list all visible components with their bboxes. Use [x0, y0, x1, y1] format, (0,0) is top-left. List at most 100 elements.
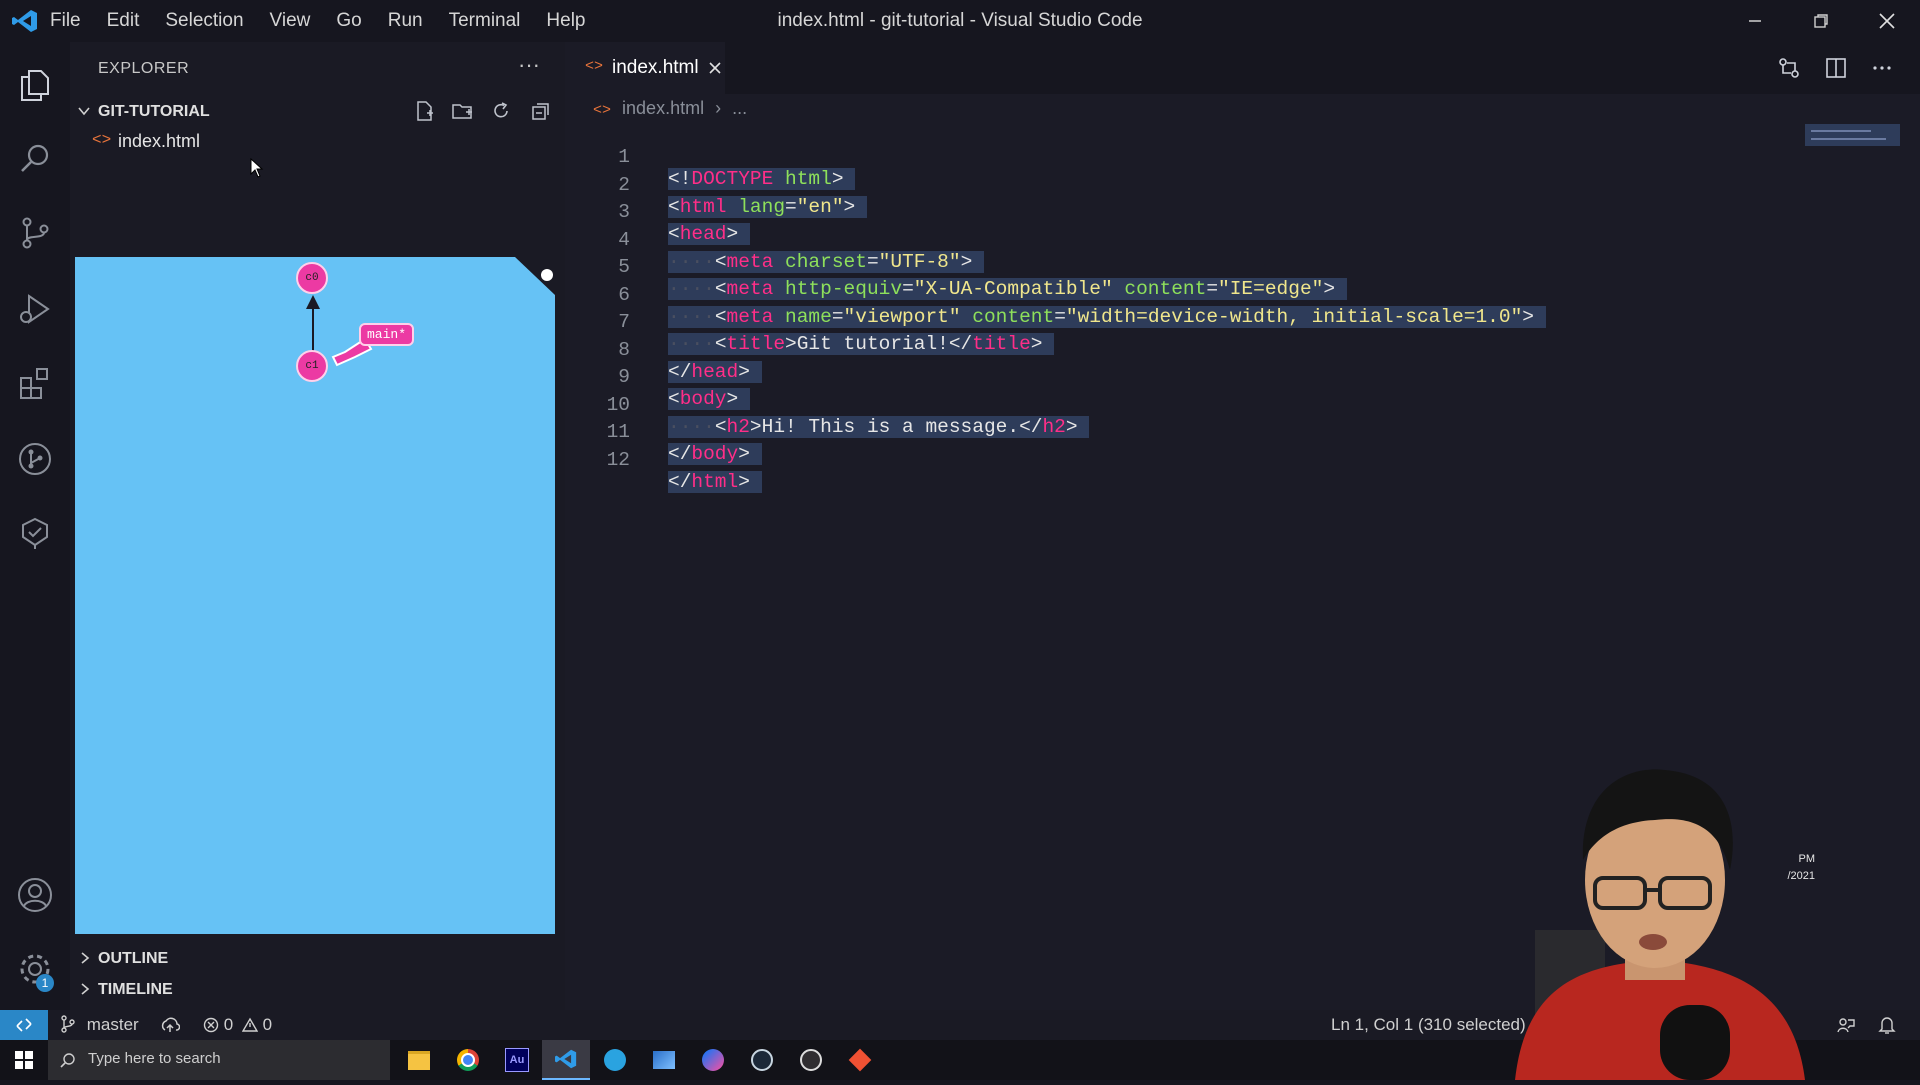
restore-icon: [1814, 14, 1828, 28]
title-bar: File Edit Selection View Go Run Terminal…: [0, 0, 1920, 42]
restore-button[interactable]: [1788, 0, 1854, 42]
breadcrumb-file[interactable]: index.html: [622, 98, 704, 118]
code-line: 4 ····<meta charset="UTF-8">: [565, 207, 1920, 273]
extensions-icon: [20, 368, 48, 399]
file-item-index-html[interactable]: <> index.html: [70, 126, 565, 156]
menu-file[interactable]: File: [50, 10, 81, 32]
html-file-icon: <>: [92, 131, 112, 149]
activity-bar: 1: [0, 42, 70, 1010]
menu-bar: File Edit Selection View Go Run Terminal…: [50, 0, 612, 42]
code-line: 1 <!DOCTYPE html>: [565, 124, 1920, 190]
accounts-activity-button[interactable]: [0, 860, 70, 930]
menu-terminal[interactable]: Terminal: [449, 10, 521, 32]
telegram-taskbar-icon[interactable]: [591, 1040, 639, 1080]
breadcrumb-symbols[interactable]: ...: [732, 98, 747, 118]
notifications-bell-icon[interactable]: [1878, 1015, 1896, 1035]
close-window-button[interactable]: [1854, 0, 1920, 42]
mouse-cursor-icon: [250, 158, 264, 178]
folder-name: GIT-TUTORIAL: [98, 103, 210, 120]
outline-label: OUTLINE: [98, 950, 169, 967]
photos-taskbar-icon[interactable]: [640, 1040, 688, 1080]
remote-button[interactable]: [0, 1010, 48, 1040]
menu-selection[interactable]: Selection: [165, 10, 243, 32]
chevron-down-icon: [78, 107, 90, 116]
audition-taskbar-icon[interactable]: Au: [493, 1040, 541, 1080]
open-changes-icon[interactable]: [1777, 56, 1801, 80]
refresh-icon[interactable]: [490, 100, 512, 122]
breadcrumb: <> index.html › ...: [593, 98, 747, 124]
steam-taskbar-icon[interactable]: [738, 1040, 786, 1080]
webcam-person-image: [1515, 769, 1805, 1080]
explorer-sidebar: EXPLORER ··· GIT-TUTORIAL <> index.html: [70, 42, 565, 1010]
messenger-taskbar-icon[interactable]: [689, 1040, 737, 1080]
code-line: 8 </head>: [565, 317, 1920, 383]
account-icon: [18, 878, 52, 912]
warning-count: 0: [262, 1015, 273, 1034]
outline-section-header[interactable]: OUTLINE: [70, 944, 565, 972]
code-line: 9 <body>: [565, 344, 1920, 410]
menu-edit[interactable]: Edit: [107, 10, 140, 32]
menu-run[interactable]: Run: [388, 10, 423, 32]
new-folder-icon[interactable]: [451, 100, 475, 122]
testing-activity-button[interactable]: [0, 498, 70, 568]
run-debug-icon: [20, 294, 50, 324]
minimize-icon: [1749, 20, 1761, 22]
menu-go[interactable]: Go: [336, 10, 361, 32]
start-button[interactable]: [0, 1040, 48, 1080]
tab-bar: <> index.html: [565, 42, 1920, 94]
source-control-activity-button[interactable]: [0, 198, 70, 268]
code-line: 5 ····<meta http-equiv="X-UA-Compatible"…: [565, 234, 1920, 300]
testing-icon: [22, 517, 48, 549]
extensions-activity-button[interactable]: [0, 348, 70, 418]
problems-status[interactable]: 0 0: [203, 1015, 272, 1035]
close-icon[interactable]: [708, 61, 722, 75]
chevron-right-icon: [81, 983, 90, 995]
minimize-button[interactable]: [1722, 0, 1788, 42]
clock-date: /2021: [1787, 870, 1815, 882]
taskbar-search-box[interactable]: Type here to search: [48, 1040, 390, 1080]
search-icon: [60, 1053, 75, 1068]
folder-header[interactable]: GIT-TUTORIAL: [70, 96, 565, 126]
vscode-taskbar-icon[interactable]: [542, 1040, 590, 1080]
branch-label[interactable]: main*: [359, 323, 415, 346]
menu-help[interactable]: Help: [546, 10, 585, 32]
obs-taskbar-icon[interactable]: [787, 1040, 835, 1080]
branch-icon: [61, 1015, 75, 1033]
code-line: 2 <html lang="en">: [565, 152, 1920, 218]
commit-node[interactable]: c1: [296, 350, 328, 382]
code-line: 3 <head>: [565, 179, 1920, 245]
explorer-title: EXPLORER: [98, 60, 190, 77]
chrome-taskbar-icon[interactable]: [444, 1040, 492, 1080]
file-explorer-taskbar-icon[interactable]: [395, 1040, 443, 1080]
menu-view[interactable]: View: [270, 10, 311, 32]
branch-status[interactable]: master: [60, 1015, 139, 1035]
split-editor-icon[interactable]: [1824, 56, 1848, 80]
git-graph-activity-button[interactable]: [0, 424, 70, 494]
error-icon: [203, 1017, 219, 1033]
html-file-icon: <>: [593, 102, 612, 119]
more-actions-icon[interactable]: [1870, 56, 1894, 80]
commit-node[interactable]: c0: [296, 262, 328, 294]
search-activity-button[interactable]: [0, 124, 70, 194]
tab-label: index.html: [612, 57, 699, 78]
source-control-icon: [22, 217, 49, 249]
close-icon: [1879, 13, 1895, 29]
clock-time: PM: [1798, 853, 1816, 865]
timeline-section-header[interactable]: TIMELINE: [70, 975, 565, 1003]
settings-badge: 1: [36, 974, 54, 992]
chevron-right-icon: [81, 952, 90, 964]
collapse-all-icon[interactable]: [530, 100, 552, 122]
new-file-icon[interactable]: [413, 100, 435, 122]
code-editor[interactable]: 1 <!DOCTYPE html> 2 <html lang="en"> 3 <…: [565, 124, 1920, 493]
code-line: 11 </body>: [565, 399, 1920, 465]
explorer-activity-button[interactable]: [0, 50, 70, 120]
run-debug-activity-button[interactable]: [0, 274, 70, 344]
tab-index-html[interactable]: <> index.html: [565, 42, 725, 94]
manage-activity-button[interactable]: 1: [0, 934, 70, 1004]
chevron-right-icon: ›: [715, 98, 722, 118]
git-taskbar-icon[interactable]: [836, 1040, 884, 1080]
sync-icon[interactable]: [160, 1016, 180, 1034]
explorer-more-button[interactable]: ···: [518, 52, 540, 78]
timeline-label: TIMELINE: [98, 981, 173, 998]
feedback-icon[interactable]: [1836, 1016, 1856, 1034]
